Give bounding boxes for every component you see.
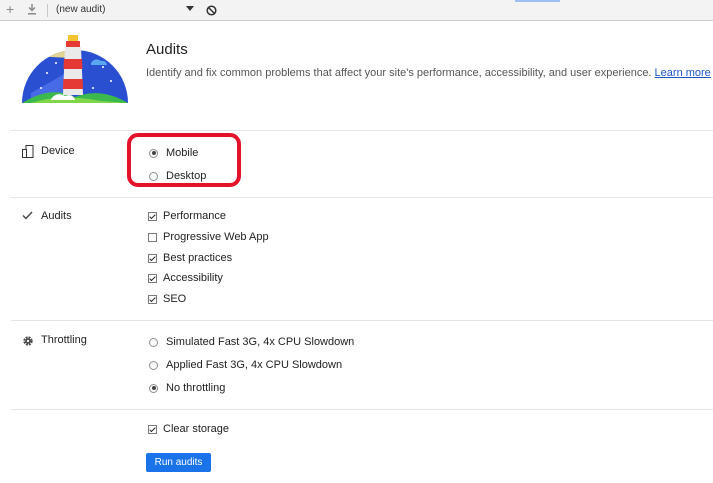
- audit-option-pwa[interactable]: Progressive Web App: [148, 231, 269, 243]
- throttling-label: Throttling: [41, 334, 87, 346]
- run-audits-button[interactable]: Run audits: [146, 453, 211, 472]
- simulated-label: Simulated Fast 3G, 4x CPU Slowdown: [166, 336, 355, 348]
- learn-more-link[interactable]: Learn more: [655, 67, 711, 79]
- section-divider: [11, 197, 713, 198]
- device-icon: [22, 145, 34, 161]
- section-divider: [11, 409, 713, 410]
- best-practices-checkbox[interactable]: [148, 253, 157, 263]
- chevron-down-icon[interactable]: [186, 6, 194, 11]
- best-practices-label: Best practices: [163, 252, 233, 264]
- seo-label: SEO: [163, 293, 187, 305]
- device-highlight-annotation: [127, 133, 241, 187]
- seo-checkbox[interactable]: [148, 294, 157, 304]
- audits-toolbar: + (new audit): [0, 0, 713, 21]
- clear-storage-checkbox[interactable]: [148, 424, 157, 434]
- block-icon[interactable]: [206, 5, 217, 19]
- simulated-radio[interactable]: [149, 337, 158, 347]
- toolbar-separator: [47, 4, 48, 17]
- clear-storage-option[interactable]: Clear storage: [148, 423, 229, 435]
- throttling-option-applied[interactable]: Applied Fast 3G, 4x CPU Slowdown: [149, 359, 342, 371]
- accessibility-checkbox[interactable]: [148, 273, 157, 283]
- page-title: Audits: [146, 41, 188, 58]
- no-throttling-radio[interactable]: [149, 383, 158, 393]
- page-description: Identify and fix common problems that af…: [146, 67, 711, 79]
- throttling-option-simulated[interactable]: Simulated Fast 3G, 4x CPU Slowdown: [149, 336, 354, 348]
- download-icon[interactable]: [27, 4, 37, 18]
- performance-label: Performance: [163, 210, 226, 222]
- pwa-label: Progressive Web App: [163, 231, 269, 243]
- clear-storage-label: Clear storage: [163, 423, 230, 435]
- toolbar-accent: [515, 0, 560, 2]
- pwa-checkbox[interactable]: [148, 232, 157, 242]
- no-throttling-label: No throttling: [166, 382, 226, 394]
- audit-option-accessibility[interactable]: Accessibility: [148, 272, 223, 284]
- lighthouse-logo: [11, 33, 129, 108]
- gear-icon: [22, 335, 34, 350]
- section-divider: [11, 320, 713, 321]
- audit-option-best-practices[interactable]: Best practices: [148, 252, 232, 264]
- checkmark-icon: [22, 211, 33, 223]
- applied-label: Applied Fast 3G, 4x CPU Slowdown: [166, 359, 343, 371]
- audit-option-seo[interactable]: SEO: [148, 293, 186, 305]
- device-label: Device: [41, 145, 75, 157]
- throttling-option-none[interactable]: No throttling: [149, 382, 225, 394]
- accessibility-label: Accessibility: [163, 272, 223, 284]
- section-divider: [11, 130, 713, 131]
- applied-radio[interactable]: [149, 360, 158, 370]
- audits-label: Audits: [41, 210, 72, 222]
- audit-option-performance[interactable]: Performance: [148, 210, 226, 222]
- plus-icon[interactable]: +: [6, 2, 14, 16]
- performance-checkbox[interactable]: [148, 211, 157, 221]
- description-text: Identify and fix common problems that af…: [146, 67, 655, 79]
- audit-select[interactable]: (new audit): [56, 4, 105, 15]
